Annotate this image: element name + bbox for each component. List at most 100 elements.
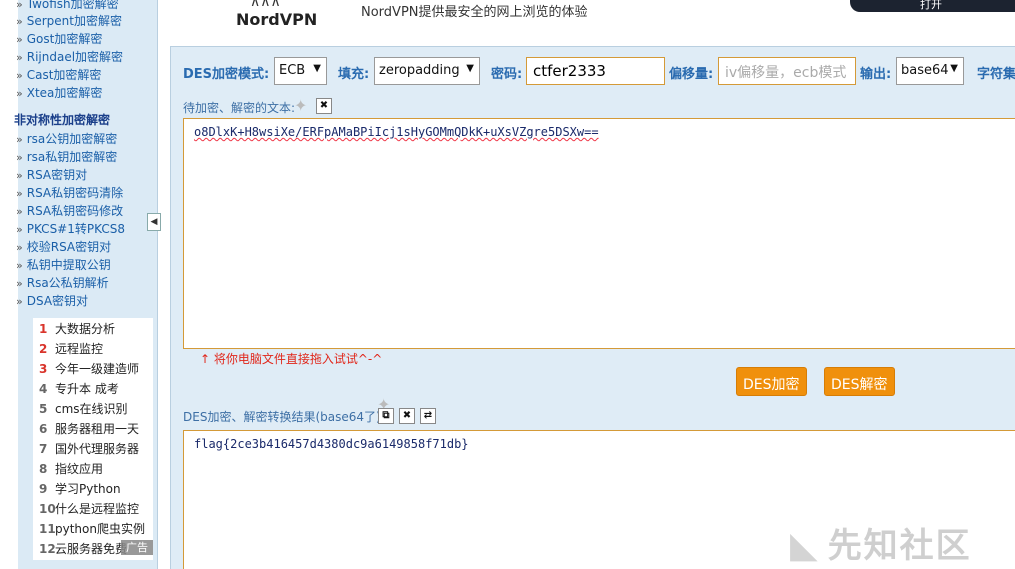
watermark: ◣ 先知社区 — [790, 518, 972, 567]
ad-item[interactable]: 6 服务器租用一天 — [39, 420, 139, 437]
ad-num: 10 — [39, 502, 56, 516]
ad-item[interactable]: 7 国外代理服务器 — [39, 440, 139, 457]
sidebar-item-rsa-clear-pass[interactable]: » RSA私钥密码清除 — [16, 184, 123, 201]
sidebar-item-label: PKCS#1转PKCS8 — [26, 222, 125, 236]
sidebar-collapse-button[interactable]: ◀ — [147, 213, 161, 231]
sidebar-item-rsa-private[interactable]: » rsa私钥加密解密 — [16, 148, 117, 165]
ad-label: 指纹应用 — [55, 462, 104, 476]
password-input[interactable]: ctfer2333 — [526, 57, 665, 85]
sidebar-item-label: DSA密钥对 — [26, 294, 89, 308]
ad-num: 3 — [39, 362, 48, 376]
ad-label: python爬虫实例 — [55, 522, 145, 536]
des-decrypt-button[interactable]: DES解密 — [824, 367, 895, 396]
sidebar-item-label: RSA私钥密码修改 — [26, 204, 124, 218]
input-label: 待加密、解密的文本: — [183, 101, 296, 115]
mode-label: DES加密模式: — [183, 67, 270, 82]
copy-output-button[interactable]: ⧉ — [378, 408, 394, 424]
ad-item[interactable]: 3 今年一级建造师 — [39, 360, 139, 377]
mode-select[interactable]: ECB ▼ — [274, 57, 327, 85]
ad-label: 专升本 成考 — [55, 382, 119, 396]
ad-item[interactable]: 12云服务器免费 — [39, 540, 127, 557]
chevron-down-icon: ▼ — [313, 63, 321, 74]
sidebar-item-verify-keypair[interactable]: » 校验RSA密钥对 — [16, 238, 111, 255]
ad-item[interactable]: 1 大数据分析 — [39, 320, 115, 337]
ad-num: 6 — [39, 422, 48, 436]
sidebar-item-label: Gost加密解密 — [26, 32, 103, 46]
sidebar-item-rsa-keypair[interactable]: » RSA密钥对 — [16, 166, 87, 183]
ad-label: 云服务器免费 — [55, 542, 128, 556]
padding-select[interactable]: zeropadding ▼ — [374, 57, 480, 85]
watermark-text: 先知社区 — [827, 526, 972, 566]
input-text-value: o8DlxK+H8wsiXe/ERFpAMaBPiIcj1sHyGOMmQDkK… — [194, 125, 599, 139]
nordvpn-logo[interactable]: NordVPN — [236, 10, 317, 29]
sidebar-item-serpent[interactable]: » Serpent加密解密 — [16, 12, 122, 29]
padding-label: 填充: — [338, 67, 370, 82]
input-textarea[interactable]: o8DlxK+H8wsiXe/ERFpAMaBPiIcj1sHyGOMmQDkK… — [183, 118, 1015, 349]
ad-item[interactable]: 9 学习Python — [39, 480, 121, 497]
sidebar-section-title: 非对称性加密解密 — [14, 113, 111, 127]
sidebar-item-label: RSA私钥密码清除 — [26, 186, 124, 200]
ad-item[interactable]: 10什么是远程监控 — [39, 500, 139, 517]
output-label: 输出: — [860, 67, 892, 82]
password-label: 密码: — [491, 67, 523, 82]
sidebar-item-xtea[interactable]: » Xtea加密解密 — [16, 84, 102, 101]
ad-tag: 广告 — [121, 540, 153, 555]
sidebar-item-label: 私钥中提取公钥 — [26, 258, 111, 272]
sidebar-item-cast[interactable]: » Cast加密解密 — [16, 66, 101, 83]
nordvpn-logo-icon: ∧∧∧ — [250, 0, 281, 10]
charset-label: 字符集 — [977, 67, 1015, 82]
sidebar-item-label: rsa公钥加密解密 — [26, 132, 118, 146]
banner-slogan: NordVPN提供最安全的网上浏览的体验 — [361, 5, 588, 20]
output-text-value: flag{2ce3b416457d4380dc9a6149858f71db} — [194, 437, 469, 451]
clear-output-button[interactable]: ✖ — [399, 408, 415, 424]
sidebar-item-label: Rsa公私钥解析 — [26, 276, 109, 290]
ad-num: 1 — [39, 322, 48, 336]
sidebar-item-pkcs-convert[interactable]: » PKCS#1转PKCS8 — [16, 220, 125, 237]
ad-label: 远程监控 — [55, 342, 104, 356]
swap-button[interactable]: ⇄ — [420, 408, 436, 424]
sidebar-item-rijndael[interactable]: » Rijndael加密解密 — [16, 48, 123, 65]
ad-num: 8 — [39, 462, 48, 476]
sidebar-item-rsa-change-pass[interactable]: » RSA私钥密码修改 — [16, 202, 123, 219]
ad-label: 学习Python — [55, 482, 121, 496]
ad-label: 国外代理服务器 — [55, 442, 140, 456]
clear-input-button[interactable]: ✖ — [316, 98, 332, 114]
ad-label: 今年一级建造师 — [55, 362, 140, 376]
ad-item[interactable]: 4 专升本 成考 — [39, 380, 119, 397]
sidebar-item-gost[interactable]: » Gost加密解密 — [16, 30, 102, 47]
sidebar-item-dsa-keypair[interactable]: » DSA密钥对 — [16, 292, 88, 309]
ad-item[interactable]: 2 远程监控 — [39, 340, 103, 357]
padding-value: zeropadding — [379, 63, 460, 78]
offset-input[interactable]: iv偏移量，ecb模式 — [718, 57, 856, 85]
ad-label: cms在线识别 — [55, 402, 128, 416]
sidebar-item-twofish[interactable]: » Twofish加密解密 — [16, 0, 119, 12]
ad-item[interactable]: 5 cms在线识别 — [39, 400, 128, 417]
banner-open-button[interactable]: 打开 — [850, 0, 1015, 12]
output-result-label: DES加密、解密转换结果(base64了): — [183, 410, 385, 424]
ad-num: 11 — [39, 522, 56, 536]
des-encrypt-button[interactable]: DES加密 — [736, 367, 807, 396]
drag-hint: ↑ 将你电脑文件直接拖入试试^-^ — [200, 352, 383, 366]
sidebar-item-rsa-parse[interactable]: » Rsa公私钥解析 — [16, 274, 109, 291]
ad-num: 4 — [39, 382, 48, 396]
ad-item[interactable]: 11python爬虫实例 — [39, 520, 145, 537]
sidebar-item-label: Xtea加密解密 — [26, 86, 103, 100]
chevron-down-icon: ▼ — [950, 63, 958, 74]
sidebar-item-rsa-public[interactable]: » rsa公钥加密解密 — [16, 130, 117, 147]
banner-open-label: 打开 — [920, 0, 942, 11]
sidebar-item-label: RSA密钥对 — [26, 168, 88, 182]
sidebar-item-label: Rijndael加密解密 — [26, 50, 124, 64]
sidebar-item-label: Serpent加密解密 — [26, 14, 122, 28]
sidebar-item-extract-pubkey[interactable]: » 私钥中提取公钥 — [16, 256, 111, 273]
watermark-logo-icon: ◣ — [790, 525, 820, 566]
output-select[interactable]: base64 ▼ — [896, 57, 964, 85]
ad-item[interactable]: 8 指纹应用 — [39, 460, 103, 477]
sidebar-item-label: Cast加密解密 — [26, 68, 102, 82]
output-value: base64 — [901, 63, 949, 78]
sidebar-item-label: Twofish加密解密 — [26, 0, 119, 11]
ad-num: 2 — [39, 342, 48, 356]
ad-label: 大数据分析 — [55, 322, 116, 336]
ad-num: 9 — [39, 482, 48, 496]
ad-label: 什么是远程监控 — [55, 502, 140, 516]
ad-num: 12 — [39, 542, 56, 556]
